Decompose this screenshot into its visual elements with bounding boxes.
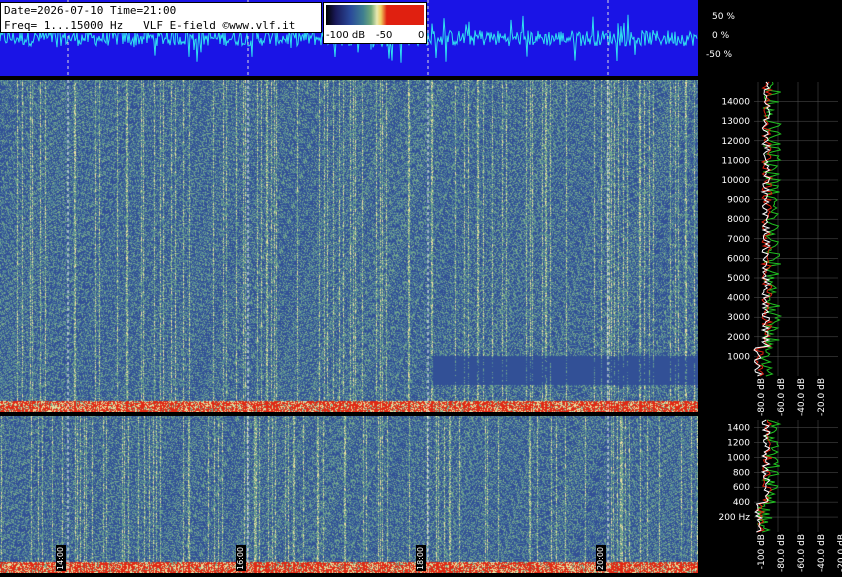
rt-svg-xtick-2: -40.0 dB (797, 378, 807, 416)
rb-svg-xtick-1: -80.0 dB (777, 534, 787, 572)
rt-svg-ytick-9: 10000 (721, 176, 750, 186)
colorbar-legend: -100 dB -50 0 (323, 2, 427, 44)
rt-svg-ytick-1: 2000 (727, 333, 750, 343)
rt-svg-series-1 (752, 81, 774, 377)
colorbar-label-mid: -50 (376, 30, 393, 41)
rb-svg-xtick-4: -20.0 dB (837, 534, 842, 572)
waveform-axis: 50 % 0 % -50 % (698, 0, 842, 76)
spectrum-profile-main: 1000 2000 3000 4000 5000 6000 7000 8000 9000 1000… (698, 76, 842, 416)
rt-svg-ytick-8: 9000 (727, 196, 750, 206)
spectrogram-low-canvas (0, 416, 698, 573)
time-mark-16: 16:00 (236, 545, 246, 571)
spectrum-profile-low: 200 Hz 400 600 800 1000 1200 1400 -100 dB -80.0 … (698, 416, 842, 573)
spectrum-profile-main-plot: 1000 2000 3000 4000 5000 6000 7000 8000 9000 1000… (721, 81, 838, 416)
colorbar-gradient (326, 5, 424, 25)
colorbar-label-min: -100 dB (326, 30, 366, 41)
rt-svg-ytick-0: 1000 (727, 352, 750, 362)
wave-axis-neg50: -50 % (706, 50, 733, 60)
rb-svg-ytick-4: 1000 (727, 453, 750, 463)
rt-svg-ytick-12: 13000 (721, 117, 750, 127)
rt-svg-ytick-10: 11000 (721, 156, 750, 166)
spectrogram-low (0, 416, 698, 573)
colorbar-label-max: 0 (418, 30, 425, 41)
rt-svg-ytick-6: 7000 (727, 235, 750, 245)
rb-svg-ytick-2: 600 (733, 483, 750, 493)
rt-svg-xtick-3: -20.0 dB (817, 378, 827, 416)
info-box: Date=2026-07-10 Time=21:00 Freq= 1...150… (0, 2, 322, 33)
time-mark-14: 14:00 (56, 545, 66, 571)
rb-svg-xtick-3: -40.0 dB (817, 534, 827, 572)
rt-svg-ytick-11: 12000 (721, 137, 750, 147)
rb-svg-xtick-0: -100 dB (757, 534, 767, 569)
info-freq: Freq= 1...15000 Hz VLF E-field ©www.vlf.… (4, 19, 296, 32)
rt-svg-ytick-5: 6000 (727, 254, 750, 264)
rb-svg-ytick-0: 200 Hz (718, 513, 750, 523)
rt-svg-ytick-4: 5000 (727, 274, 750, 284)
rb-svg-ytick-3: 800 (733, 468, 750, 478)
wave-axis-50: 50 % (712, 12, 735, 22)
rt-svg-ytick-2: 3000 (727, 313, 750, 323)
time-mark-18: 18:00 (416, 545, 426, 571)
spectrogram-main-canvas (0, 80, 698, 412)
rt-svg-ytick-3: 4000 (727, 294, 750, 304)
rb-svg-ytick-1: 400 (733, 498, 750, 508)
rt-svg-series-2 (753, 81, 772, 377)
rb-svg-ytick-6: 1400 (727, 423, 750, 433)
rb-svg-ytick-5: 1200 (727, 438, 750, 448)
rb-svg-xtick-2: -60.0 dB (797, 534, 807, 572)
rt-svg-ytick-13: 14000 (721, 98, 750, 108)
spectrum-profile-low-plot: 200 Hz 400 600 800 1000 1200 1400 -100 dB -80.0 … (718, 419, 842, 572)
info-date-time: Date=2026-07-10 Time=21:00 (4, 4, 177, 17)
time-mark-20: 20:00 (596, 545, 606, 571)
rt-svg-ytick-7: 8000 (727, 215, 750, 225)
spectrogram-main (0, 80, 698, 412)
rt-svg-xtick-0: -80.0 dB (757, 378, 767, 416)
rt-svg-xtick-1: -60.0 dB (777, 378, 787, 416)
wave-axis-0: 0 % (712, 31, 730, 41)
